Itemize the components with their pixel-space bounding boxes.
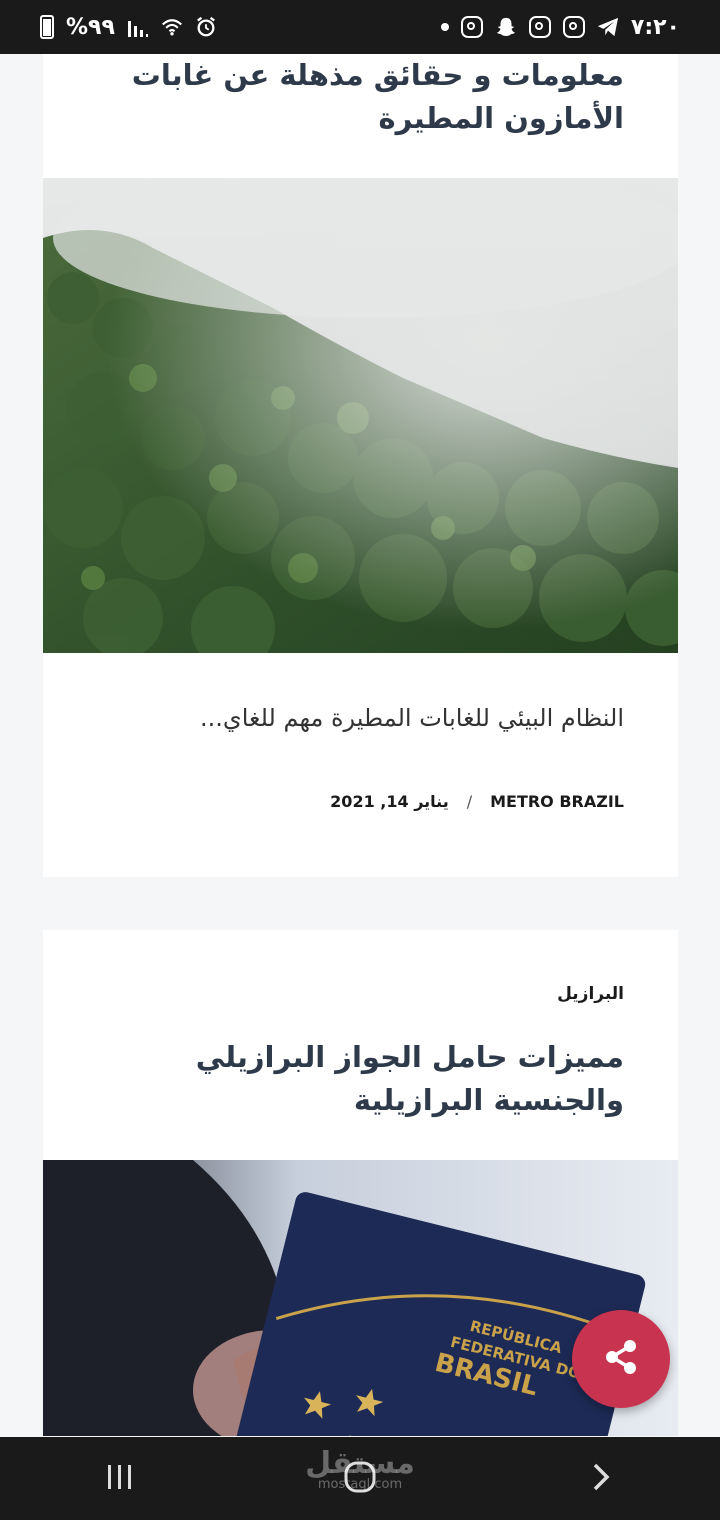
- share-button[interactable]: [572, 1310, 670, 1408]
- foggy-rainforest-photo[interactable]: [43, 178, 678, 653]
- signal-icon: [127, 16, 149, 38]
- article-author[interactable]: METRO BRAZIL: [490, 792, 624, 811]
- telegram-icon: [597, 16, 619, 38]
- meta-separator: /: [466, 792, 473, 811]
- clock: ٧:٢٠: [630, 14, 680, 40]
- article-card[interactable]: معلومات و حقائق مذهلة عن غابات الأمازون …: [43, 54, 678, 877]
- article-meta: يناير 14, 2021 / METRO BRAZIL: [330, 792, 624, 811]
- dot-icon: [440, 23, 449, 31]
- instagram-icon: [562, 16, 585, 38]
- status-right: ٧:٢٠: [440, 14, 680, 40]
- share-icon: [601, 1337, 641, 1381]
- instagram-icon: [460, 16, 483, 38]
- article-title[interactable]: مميزات حامل الجواز البرازيلي والجنسية ال…: [43, 1036, 678, 1122]
- article-excerpt[interactable]: النظام البيئي للغابات المطيرة مهم للغاي.…: [97, 704, 624, 732]
- battery-icon: [40, 15, 54, 39]
- watermark: مستقل mostaql.com: [0, 1446, 720, 1492]
- snapchat-icon: [495, 16, 517, 38]
- wifi-icon: [161, 16, 183, 38]
- instagram-icon: [528, 16, 551, 38]
- alarm-icon: [195, 16, 217, 38]
- watermark-text: مستقل: [305, 1446, 415, 1481]
- watermark-sub: mostaql.com: [317, 1477, 403, 1492]
- status-left: %٩٩: [40, 15, 217, 40]
- article-title[interactable]: معلومات و حقائق مذهلة عن غابات الأمازون …: [43, 54, 678, 140]
- status-bar: %٩٩ ٧:٢٠: [0, 0, 720, 54]
- article-date: يناير 14, 2021: [330, 792, 449, 811]
- article-category[interactable]: البرازيل: [557, 984, 624, 1004]
- brazil-passport-photo[interactable]: REPÚBLICA FEDERATIVA DO BRASIL: [43, 1160, 678, 1436]
- battery-percent: %٩٩: [66, 14, 115, 40]
